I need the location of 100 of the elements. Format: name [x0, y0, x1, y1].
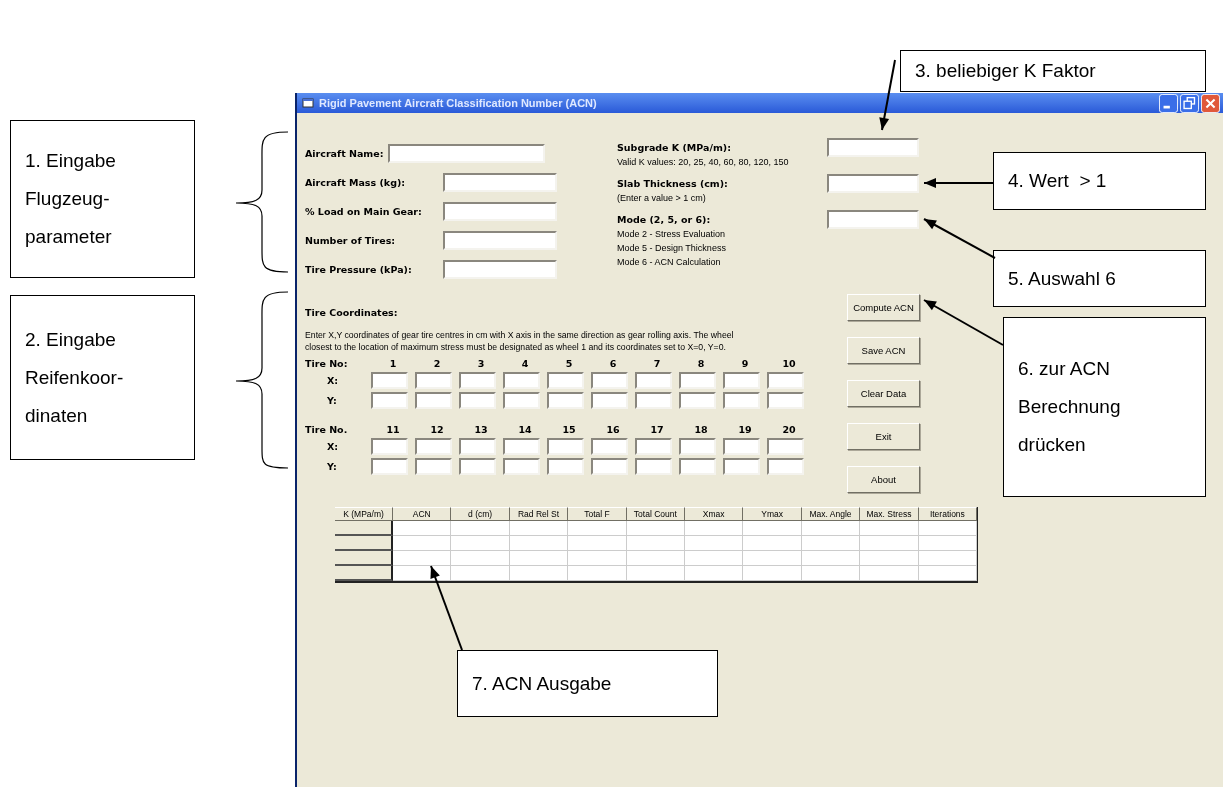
instructions-text: Enter X,Y coordinates of gear tire centres in cm with X axis in the same direction as gear rolling axis. The wheel closest to the location of maximum stress must be designated as wheel 1 and its coordinates set to X=0, Y=0. [305, 329, 735, 353]
action-button[interactable]: Clear Data [847, 380, 920, 407]
table-cell [626, 521, 686, 536]
input-field[interactable] [443, 173, 557, 192]
table-cell [685, 551, 744, 566]
coordinate-field[interactable] [723, 437, 760, 455]
close-icon[interactable] [1201, 93, 1220, 113]
coordinate-field[interactable] [459, 457, 496, 475]
coordinate-field[interactable] [635, 437, 672, 455]
hint-text: Valid K values: 20, 25, 40, 60, 80, 120, 150 [617, 156, 790, 169]
input-field[interactable] [827, 138, 919, 157]
coordinate-field[interactable] [459, 391, 496, 409]
action-button[interactable]: Exit [847, 423, 920, 450]
coordinate-field[interactable] [635, 371, 672, 389]
field-label: Aircraft Name: [305, 148, 384, 159]
tire-number: 14 [517, 423, 533, 435]
table-cell [743, 536, 802, 551]
coordinate-field[interactable] [591, 391, 628, 409]
coordinate-field[interactable] [767, 391, 804, 409]
coordinate-field[interactable] [547, 457, 584, 475]
table-cell [393, 521, 452, 536]
coordinate-field[interactable] [503, 371, 540, 389]
table-cell [626, 551, 686, 566]
coordinate-field[interactable] [591, 371, 628, 389]
coordinate-field[interactable] [503, 437, 540, 455]
hint-text: (Enter a value > 1 cm) [617, 192, 707, 205]
table-cell [918, 536, 978, 551]
input-field[interactable] [387, 144, 545, 163]
row-label: Y: [326, 394, 338, 406]
coordinate-field[interactable] [679, 391, 716, 409]
minimize-icon[interactable] [1159, 93, 1178, 113]
coordinate-field[interactable] [679, 371, 716, 389]
column-header: K (MPa/m) [335, 507, 393, 521]
input-field[interactable] [443, 231, 557, 250]
coordinate-field[interactable] [371, 371, 408, 389]
coordinate-field[interactable] [415, 391, 452, 409]
input-field[interactable] [443, 202, 557, 221]
input-field[interactable] [827, 210, 919, 229]
coordinate-field[interactable] [767, 437, 804, 455]
action-button[interactable]: About [847, 466, 920, 493]
coordinate-field[interactable] [767, 457, 804, 475]
table-cell [860, 521, 919, 536]
table-cell [801, 521, 861, 536]
column-header: Max. Stress [860, 507, 919, 521]
coordinate-field[interactable] [679, 437, 716, 455]
coordinate-field[interactable] [723, 457, 760, 475]
coordinate-field[interactable] [679, 457, 716, 475]
coordinate-field[interactable] [767, 371, 804, 389]
table-cell [918, 521, 978, 536]
tire-number: 13 [473, 423, 489, 435]
coordinate-field[interactable] [547, 371, 584, 389]
tire-number: 3 [476, 357, 486, 369]
coordinate-field[interactable] [723, 371, 760, 389]
coordinate-field[interactable] [547, 437, 584, 455]
field-label: Tire Pressure (kPa): [305, 264, 413, 275]
tire-number: 2 [432, 357, 442, 369]
tire-number: 7 [652, 357, 662, 369]
row-label: Tire No: [305, 357, 349, 369]
coordinate-field[interactable] [503, 457, 540, 475]
action-button[interactable]: Save ACN [847, 337, 920, 364]
field-label: Subgrade K (MPa/m): [617, 141, 732, 155]
input-field[interactable] [443, 260, 557, 279]
coordinate-field[interactable] [415, 371, 452, 389]
tire-number: 5 [564, 357, 574, 369]
table-cell [743, 521, 802, 536]
table-cell [509, 536, 569, 551]
table-cell [451, 566, 510, 581]
table-cell [860, 536, 919, 551]
coordinate-field[interactable] [591, 437, 628, 455]
coordinate-field[interactable] [371, 457, 408, 475]
coordinate-field[interactable] [415, 437, 452, 455]
tire-number: 19 [737, 423, 753, 435]
coordinate-field[interactable] [547, 391, 584, 409]
table-cell [451, 551, 510, 566]
table-cell [801, 566, 861, 581]
coordinate-field[interactable] [459, 371, 496, 389]
input-field[interactable] [827, 174, 919, 193]
table-cell [860, 551, 919, 566]
table-cell [918, 551, 978, 566]
window-icon [302, 97, 314, 109]
coordinate-field[interactable] [415, 457, 452, 475]
coordinate-field[interactable] [723, 391, 760, 409]
coordinate-field[interactable] [371, 437, 408, 455]
coordinate-field[interactable] [459, 437, 496, 455]
field-label: Mode (2, 5, or 6): [617, 213, 712, 227]
coordinate-field[interactable] [371, 391, 408, 409]
coordinate-field[interactable] [635, 457, 672, 475]
table-cell [568, 566, 627, 581]
table-cell [568, 521, 627, 536]
tire-number: 11 [385, 423, 401, 435]
tire-number: 20 [781, 423, 797, 435]
table-cell [393, 551, 452, 566]
coordinate-field[interactable] [591, 457, 628, 475]
column-header: Ymax [743, 507, 802, 521]
restore-icon[interactable] [1180, 93, 1199, 113]
coordinate-field[interactable] [503, 391, 540, 409]
table-cell [568, 536, 627, 551]
coordinate-field[interactable] [635, 391, 672, 409]
action-button[interactable]: Compute ACN [847, 294, 920, 321]
field-label: % Load on Main Gear: [305, 206, 423, 217]
